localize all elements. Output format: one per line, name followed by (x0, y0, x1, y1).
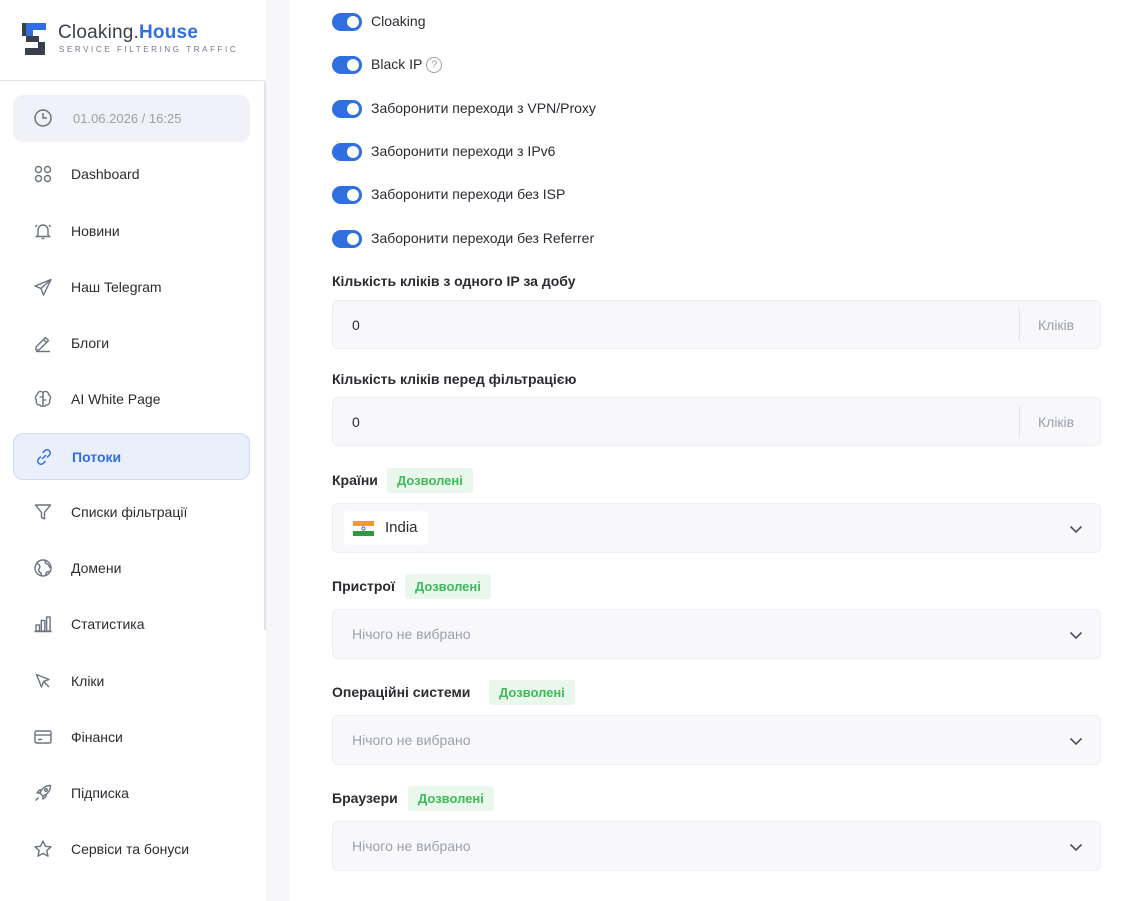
sidebar-item-dashboard[interactable]: Dashboard (13, 151, 250, 198)
sidebar-item-subscription[interactable]: Підписка (13, 770, 250, 817)
sidebar-item-label: Наш Telegram (71, 279, 162, 295)
sidebar-item-finances[interactable]: Фінанси (13, 714, 250, 761)
rocket-icon (35, 784, 52, 801)
sidebar-item-label: Статистика (71, 616, 145, 632)
sidebar-item-ai-white-page[interactable]: AI White Page (13, 376, 250, 423)
clicks-per-ip-input[interactable]: 0 Кліків (332, 300, 1101, 349)
devices-mode-badge[interactable]: Дозволені (405, 574, 491, 599)
os-mode-badge[interactable]: Дозволені (489, 680, 575, 705)
sidebar-item-clicks[interactable]: Кліки (13, 658, 250, 705)
select-placeholder: Нічого не вибрано (352, 838, 471, 854)
countries-mode-badge[interactable]: Дозволені (387, 468, 473, 493)
toggle-label: Заборонити переходи з VPN/Proxy (371, 100, 596, 116)
toggle-label: Заборонити переходи без ISP (371, 186, 566, 202)
sidebar-item-telegram[interactable]: Наш Telegram (13, 264, 250, 311)
browsers-mode-badge[interactable]: Дозволені (408, 786, 494, 811)
bar-chart-icon (34, 616, 52, 633)
divider (1019, 309, 1020, 340)
sidebar-item-news[interactable]: Новини (13, 208, 250, 255)
clicks-before-filter-label: Кількість кліків перед фільтрацією (332, 371, 577, 387)
sidebar-item-label: Фінанси (71, 729, 123, 745)
country-chip[interactable]: India (344, 511, 428, 545)
toggle-switch[interactable] (332, 186, 362, 204)
bell-icon (34, 224, 52, 240)
sidebar-item-label: Потоки (72, 449, 122, 465)
sidebar-item-label: Новини (71, 223, 120, 239)
sidebar-item-streams[interactable]: Потоки (13, 433, 250, 480)
sidebar-item-label: AI White Page (71, 391, 161, 407)
devices-select[interactable]: Нічого не вибрано (332, 609, 1101, 659)
dashboard-icon (34, 165, 52, 183)
filter-icon (34, 504, 52, 520)
sidebar-item-label: Підписка (71, 785, 129, 801)
browsers-select[interactable]: Нічого не вибрано (332, 821, 1101, 871)
india-flag-icon (353, 521, 374, 536)
card-icon (34, 730, 52, 744)
divider (1019, 406, 1020, 437)
telegram-icon (34, 278, 52, 296)
chevron-down-icon (1069, 525, 1083, 534)
sidebar-item-label: Блоги (71, 335, 110, 351)
brain-icon (34, 390, 52, 407)
countries-select[interactable]: India (332, 503, 1101, 553)
brand-tagline: SERVICE FILTERING TRAFFIC (59, 45, 239, 54)
os-label: Операційні системи (332, 684, 471, 700)
sidebar-item-statistics[interactable]: Статистика (13, 601, 250, 648)
toggle-switch[interactable] (332, 13, 362, 31)
star-icon (34, 840, 52, 857)
sidebar-item-domains[interactable]: Домени (13, 545, 250, 592)
input-unit: Кліків (1038, 414, 1075, 430)
input-unit: Кліків (1038, 317, 1075, 333)
toggle-switch[interactable] (332, 100, 362, 118)
countries-label: Країни (332, 472, 378, 488)
sidebar-item-label: Кліки (71, 673, 105, 689)
clicks-before-filter-input[interactable]: 0 Кліків (332, 397, 1101, 446)
sidebar-item-blogs[interactable]: Блоги (13, 320, 250, 367)
sidebar: Cloaking.House SERVICE FILTERING TRAFFIC… (0, 0, 266, 901)
chevron-down-icon (1069, 737, 1083, 746)
sidebar-item-label: Списки фільтрації (71, 504, 188, 520)
logo-mark-icon (22, 23, 46, 55)
input-value: 0 (352, 414, 360, 430)
country-chip-label: India (385, 519, 418, 536)
stream-settings-panel: Cloaking Black IP? Заборонити переходи з… (290, 0, 1144, 901)
cursor-icon (35, 673, 50, 688)
help-icon[interactable]: ? (426, 57, 443, 73)
sidebar-item-filter-lists[interactable]: Списки фільтрації (13, 489, 250, 536)
link-icon (37, 449, 51, 465)
chevron-down-icon (1069, 631, 1083, 640)
brand-name: Cloaking.House (58, 22, 199, 43)
sidebar-item-label: Домени (71, 560, 122, 576)
toggle-switch[interactable] (332, 230, 362, 248)
toggle-switch[interactable] (332, 56, 362, 74)
clicks-per-ip-label: Кількість кліків з одного IP за добу (332, 273, 576, 289)
toggle-switch[interactable] (332, 143, 362, 161)
toggle-label: Black IP? (371, 56, 443, 73)
toggle-label: Заборонити переходи без Referrer (371, 230, 595, 246)
devices-label: Пристрої (332, 578, 395, 594)
sidebar-scrollbar[interactable] (264, 82, 266, 630)
toggle-label: Cloaking (371, 13, 426, 29)
input-value: 0 (352, 317, 360, 333)
toggle-label: Заборонити переходи з IPv6 (371, 143, 556, 159)
date-display: 01.06.2026 / 16:25 (13, 95, 250, 142)
sidebar-item-label: Сервіси та бонуси (71, 841, 190, 857)
sidebar-item-services-bonuses[interactable]: Сервіси та бонуси (13, 826, 250, 873)
globe-icon (34, 559, 52, 577)
pencil-icon (35, 336, 50, 353)
select-placeholder: Нічого не вибрано (352, 626, 471, 642)
clock-icon (34, 109, 52, 127)
chevron-down-icon (1069, 843, 1083, 852)
os-select[interactable]: Нічого не вибрано (332, 715, 1101, 765)
sidebar-item-label: Dashboard (71, 166, 140, 182)
logo[interactable]: Cloaking.House SERVICE FILTERING TRAFFIC (0, 0, 266, 81)
datetime-text: 01.06.2026 / 16:25 (73, 111, 182, 126)
select-placeholder: Нічого не вибрано (352, 732, 471, 748)
browsers-label: Браузери (332, 790, 398, 806)
